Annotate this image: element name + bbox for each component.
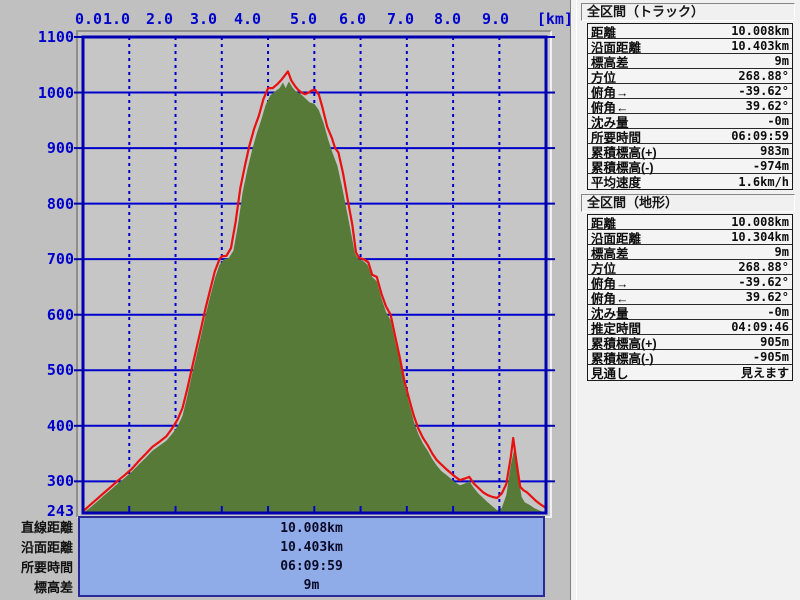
track-stats-table: 距離10.008km 沿面距離10.403km 標高差9m 方位268.88° … — [587, 23, 793, 190]
elevation-profile-window: 0.0 1.0 2.0 3.0 4.0 5.0 6.0 7.0 8.0 9.0 … — [0, 0, 800, 600]
summary-elevation-diff-value: 9m — [80, 576, 543, 595]
x-axis-unit-label: [km] — [523, 11, 573, 28]
stat-value: 905m — [760, 335, 789, 349]
stat-row: 標高差9m — [588, 245, 792, 260]
x-tick-label: 4.0 — [234, 11, 276, 28]
stat-value: 9m — [775, 54, 789, 68]
y-tick-label: 1100 — [2, 29, 74, 45]
stat-value: 見えます — [741, 364, 789, 381]
x-tick-label: 1.0 — [103, 11, 145, 28]
stat-value: 9m — [775, 245, 789, 259]
y-tick-label: 243 — [2, 503, 74, 519]
stat-row: 平均速度 1.6km/h — [588, 174, 792, 189]
y-tick-label: 900 — [2, 140, 74, 156]
x-tick-label: 9.0 — [482, 11, 524, 28]
elevation-chart-plot[interactable] — [71, 33, 558, 517]
y-tick-label: 400 — [2, 418, 74, 434]
x-tick-label: 2.0 — [146, 11, 188, 28]
x-tick-label: 5.0 — [290, 11, 332, 28]
summary-row-label: 直線距離 — [0, 518, 73, 538]
stat-value: 39.62° — [746, 99, 789, 113]
y-tick-label: 700 — [2, 251, 74, 267]
stat-value: 10.403km — [731, 39, 789, 53]
summary-row-label: 沿面距離 — [0, 538, 73, 558]
y-tick-label: 800 — [2, 196, 74, 212]
stat-label: 平均速度 — [591, 172, 641, 191]
track-section-header: 全区間（トラック） — [581, 3, 795, 21]
stat-value: -39.62° — [738, 275, 789, 289]
stat-row: 見通し 見えます — [588, 365, 792, 380]
y-tick-label: 1000 — [2, 85, 74, 101]
stat-value: 10.008km — [731, 215, 789, 229]
x-tick-label: 3.0 — [190, 11, 232, 28]
summary-row-label: 標高差 — [0, 578, 73, 598]
stat-value: 10.304km — [731, 230, 789, 244]
stat-value: 06:09:59 — [731, 129, 789, 143]
stat-value: -0m — [767, 305, 789, 319]
stat-value: 983m — [760, 144, 789, 158]
y-tick-label: 300 — [2, 473, 74, 489]
summary-distance-value: 10.008km — [80, 519, 543, 538]
stats-panel: 全区間（トラック） 距離10.008km 沿面距離10.403km 標高差9m … — [577, 0, 800, 600]
stat-value: 10.008km — [731, 24, 789, 38]
terrain-section-header: 全区間（地形） — [581, 194, 795, 212]
x-tick-label: 8.0 — [434, 11, 476, 28]
stat-value: -905m — [753, 350, 789, 364]
stat-value: 04:09:46 — [731, 320, 789, 334]
stat-value: -974m — [753, 159, 789, 173]
x-tick-label: 6.0 — [339, 11, 381, 28]
stat-label: 見通し — [591, 363, 629, 382]
summary-surface-distance-value: 10.403km — [80, 538, 543, 557]
y-tick-label: 500 — [2, 362, 74, 378]
stat-value: 1.6km/h — [738, 175, 789, 189]
x-tick-label: 7.0 — [387, 11, 429, 28]
stat-value: -0m — [767, 114, 789, 128]
stat-row: 標高差9m — [588, 54, 792, 69]
summary-value-box: 10.008km 10.403km 06:09:59 9m — [78, 516, 545, 597]
stat-value: 268.88° — [738, 260, 789, 274]
summary-row-label: 所要時間 — [0, 558, 73, 578]
panel-splitter[interactable] — [570, 0, 577, 600]
stat-value: 268.88° — [738, 69, 789, 83]
stat-value: 39.62° — [746, 290, 789, 304]
stat-value: -39.62° — [738, 84, 789, 98]
y-tick-label: 600 — [2, 307, 74, 323]
terrain-stats-table: 距離10.008km 沿面距離10.304km 標高差9m 方位268.88° … — [587, 214, 793, 381]
summary-duration-value: 06:09:59 — [80, 557, 543, 576]
